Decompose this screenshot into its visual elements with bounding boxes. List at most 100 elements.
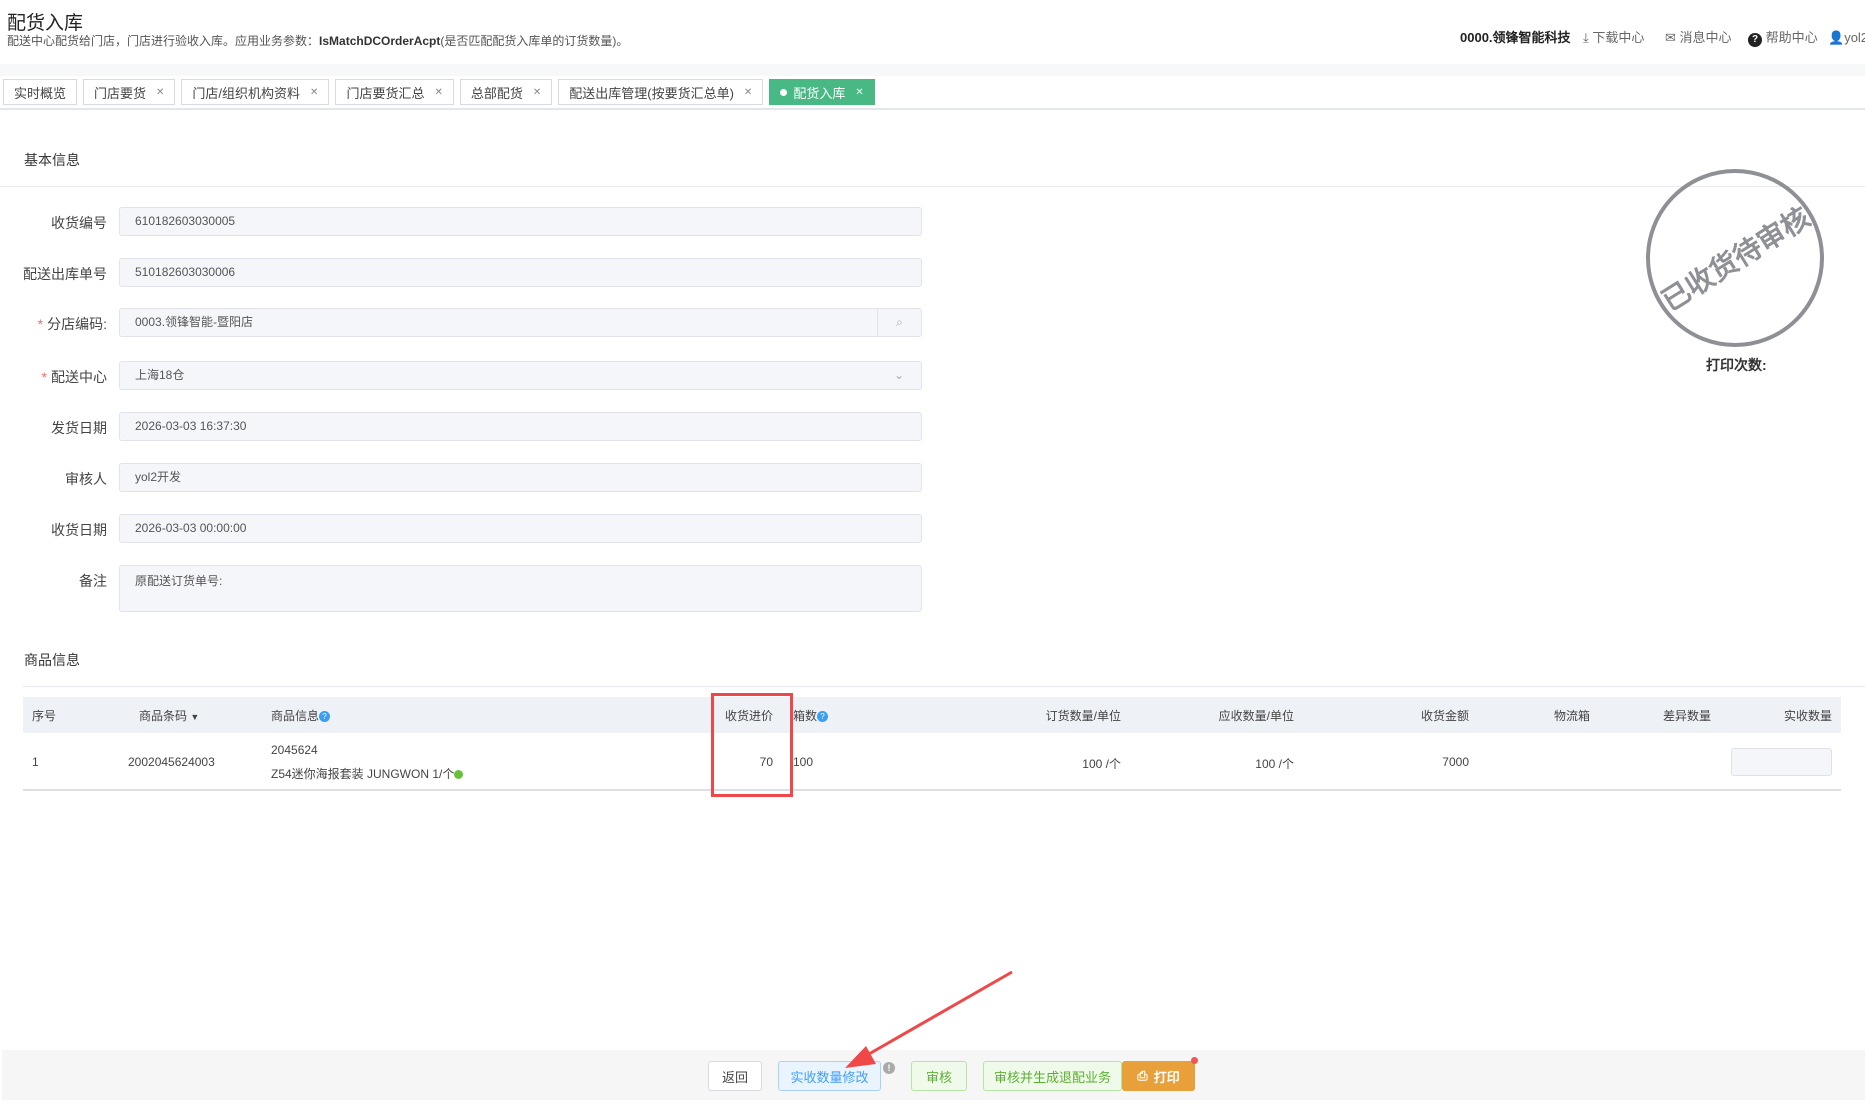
basic-info-title: 基本信息 [24, 152, 80, 168]
col-label: 箱数 [793, 709, 818, 723]
col-barcode[interactable]: 商品条码 ▼ [139, 707, 199, 724]
field-label: 收货日期 [51, 522, 107, 538]
remark-textarea[interactable]: 原配送订货单号: [119, 565, 922, 612]
status-stamp: 已收货待审核 [1646, 169, 1824, 347]
label-text: 配送中心 [51, 369, 107, 385]
ship-date-field[interactable]: 2026-03-03 16:37:30 [119, 412, 922, 441]
col-logistics-box: 物流箱 [1553, 709, 1590, 723]
label-text: 分店编码: [47, 316, 107, 332]
download-center-link[interactable]: ⤓ 下载中心 [1583, 27, 1644, 46]
close-icon[interactable]: ✕ [744, 87, 752, 98]
print-button[interactable]: ⎙ 打印 [1122, 1061, 1195, 1091]
tab-outbound[interactable]: 配送出库管理(按要货汇总单) ✕ [558, 79, 764, 105]
page-title: 配货入库 [7, 13, 84, 34]
col-no: 序号 [32, 709, 57, 723]
tab-request-summary[interactable]: 门店要货汇总 ✕ [335, 79, 454, 105]
tab-label: 总部配货 [470, 85, 523, 101]
auditor-field[interactable]: yol2开发 [119, 463, 922, 492]
cell-goods-name: Z54迷你海报套装 JUNGWON 1/个 [271, 765, 464, 782]
edit-actual-qty-button[interactable]: 实收数量修改 [778, 1061, 881, 1091]
goods-name: Z54迷你海报套装 JUNGWON 1/个 [271, 767, 455, 781]
receipt-no-field[interactable]: 610182603030005 [119, 207, 922, 236]
tab-label: 配送出库管理(按要货汇总单) [569, 85, 734, 101]
user-menu[interactable]: 👤yol2开 [1828, 27, 1865, 46]
download-label: 下载中心 [1592, 30, 1645, 45]
field-value: 上海18仓 [135, 368, 185, 382]
warning-icon[interactable]: ! [883, 1062, 895, 1074]
download-icon: ⤓ [1583, 30, 1593, 45]
close-icon[interactable]: ✕ [156, 87, 164, 98]
table-header: 序号 商品条码 ▼ 商品信息? 收货进价 箱数? 订货数量/单位 应收数量/单位… [23, 697, 1841, 733]
cell-order-qty: 100 /个 [1082, 757, 1121, 771]
audit-return-button[interactable]: 审核并生成退配业务 [983, 1061, 1122, 1091]
tab-overview[interactable]: 实时概览 [3, 79, 78, 105]
audit-button[interactable]: 审核 [911, 1061, 967, 1091]
close-icon[interactable]: ✕ [533, 87, 541, 98]
field-label: 发货日期 [51, 420, 107, 436]
description-suffix: (是否匹配配货入库单的订货数量)。 [440, 34, 629, 48]
printer-icon: ⎙ [1137, 1068, 1148, 1083]
tab-hq-distribution[interactable]: 总部配货 ✕ [459, 79, 553, 105]
messages-label: 消息中心 [1679, 30, 1732, 45]
close-icon[interactable]: ✕ [434, 87, 442, 98]
store-code-field[interactable]: 0003.领锋智能-暨阳店 ⌕ [119, 308, 922, 337]
cell-boxes: 100 [793, 755, 814, 769]
receive-date-field[interactable]: 2026-03-03 00:00:00 [119, 514, 922, 543]
cell-amount: 7000 [1442, 755, 1469, 769]
tab-bar: 实时概览 门店要货 ✕ 门店/组织机构资料 ✕ 门店要货汇总 ✕ 总部配货 ✕ 配送出库… [0, 76, 1865, 110]
help-icon: ? [1748, 33, 1762, 47]
cell-no: 1 [32, 755, 39, 769]
stamp-text: 已收货待审核 [1655, 200, 1816, 318]
cell-barcode: 2002045624003 [128, 755, 215, 769]
field-value: 0003.领锋智能-暨阳店 [135, 315, 254, 329]
help-center-link[interactable]: ? 帮助中心 [1748, 27, 1818, 47]
actual-qty-input[interactable] [1731, 748, 1832, 776]
col-diff-qty: 差异数量 [1662, 709, 1711, 723]
chevron-down-icon: ⌄ [893, 368, 905, 382]
col-goods-info: 商品信息? [271, 707, 331, 724]
field-label: 审核人 [65, 471, 107, 487]
page-description: 配送中心配货给门店，门店进行验收入库。应用业务参数：IsMatchDCOrder… [7, 32, 628, 49]
table-row: 1 2002045624003 2045624 Z54迷你海报套装 JUNGWO… [23, 733, 1841, 791]
arrow-shaft [861, 970, 1013, 1060]
user-icon: 👤 [1828, 30, 1845, 45]
col-due-qty: 应收数量/单位 [1218, 709, 1294, 723]
back-button[interactable]: 返回 [708, 1061, 762, 1091]
close-icon[interactable]: ✕ [310, 87, 318, 98]
company-name: 0000.领锋智能科技 [1460, 30, 1571, 45]
col-label: 商品信息 [271, 709, 320, 723]
cell-due-qty: 100 /个 [1255, 757, 1294, 771]
tab-store-request[interactable]: 门店要货 ✕ [83, 79, 176, 105]
tab-label: 门店要货汇总 [346, 85, 425, 101]
active-dot-icon [780, 88, 788, 96]
distribution-center-select[interactable]: 上海18仓 ⌄ [119, 361, 922, 390]
help-icon[interactable]: ? [319, 711, 331, 723]
search-icon[interactable]: ⌕ [877, 309, 921, 336]
message-center-link[interactable]: ✉ 消息中心 [1665, 27, 1732, 46]
divider [23, 686, 1865, 687]
field-label: 收货编号 [51, 215, 107, 231]
cell-goods-code: 2045624 [271, 743, 318, 757]
close-icon[interactable]: ✕ [855, 87, 863, 98]
help-icon[interactable]: ? [817, 711, 829, 723]
field-label: * 配送中心 [41, 369, 107, 385]
col-label: 商品条码 [139, 709, 188, 723]
param-name: IsMatchDCOrderAcpt [319, 34, 441, 48]
tab-store-org[interactable]: 门店/组织机构资料 ✕ [181, 79, 330, 105]
field-label: 备注 [79, 573, 107, 589]
description-text: 配送中心配货给门店，门店进行验收入库。应用业务参数： [7, 34, 320, 48]
goods-info-title: 商品信息 [24, 652, 80, 668]
header-divider [0, 64, 1865, 76]
mail-icon: ✉ [1665, 30, 1680, 45]
tab-label: 配货入库 [793, 85, 846, 101]
help-label: 帮助中心 [1765, 30, 1818, 45]
print-label: 打印 [1153, 1069, 1180, 1085]
status-dot-icon [454, 770, 464, 780]
tab-label: 门店要货 [94, 85, 147, 101]
tab-label: 门店/组织机构资料 [192, 85, 301, 101]
tab-distribution-inbound[interactable]: 配货入库 ✕ [769, 79, 875, 105]
user-name: yol2开 [1844, 30, 1865, 45]
outbound-no-field[interactable]: 510182603030006 [119, 258, 922, 287]
field-label: * 分店编码: [37, 316, 107, 332]
col-boxes: 箱数? [793, 707, 829, 724]
